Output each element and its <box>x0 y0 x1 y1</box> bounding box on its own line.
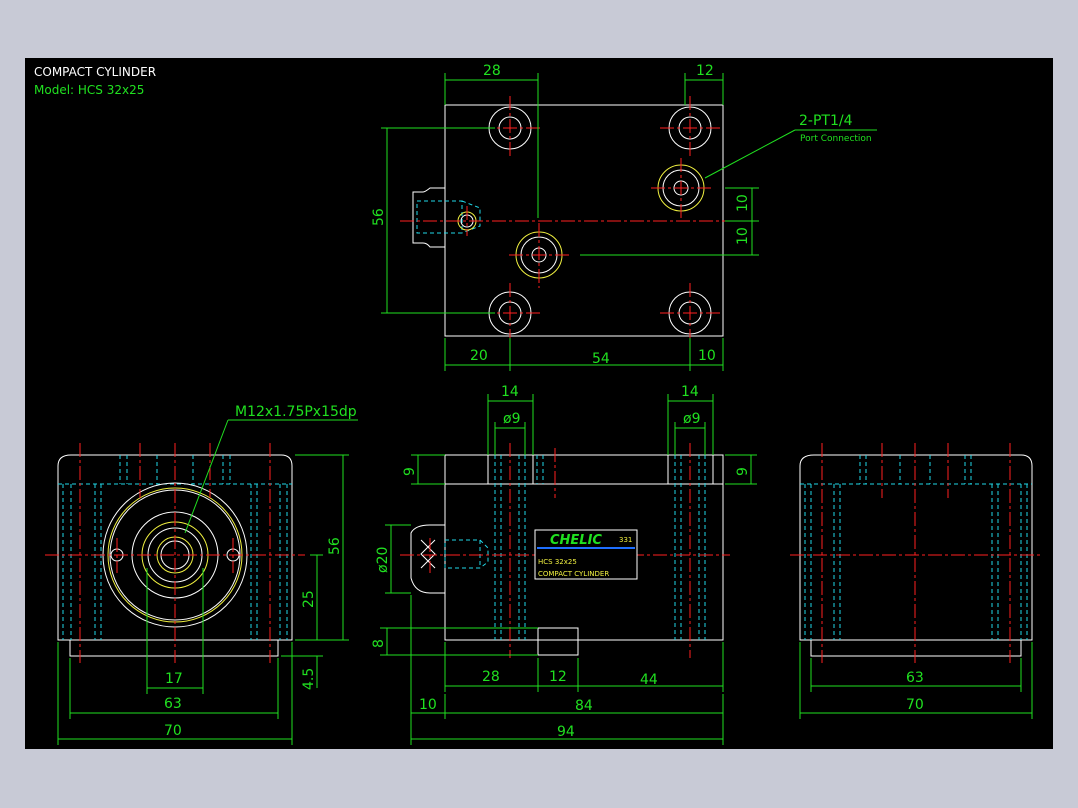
dim-rear-70: 70 <box>906 697 924 713</box>
dim-top-28: 28 <box>483 63 501 79</box>
dim-side-14b: 14 <box>681 384 699 400</box>
cad-drawing: COMPACT CYLINDER Model: HCS 32x25 28 12 … <box>34 63 1043 745</box>
dim-side-10: 10 <box>419 697 437 713</box>
drawing-canvas: COMPACT CYLINDER Model: HCS 32x25 28 12 … <box>25 58 1053 749</box>
dim-top-56: 56 <box>371 208 387 226</box>
top-view: 28 12 56 10 10 20 54 10 2-PT1/4 Port Con… <box>371 63 877 371</box>
rear-view: 63 70 <box>790 443 1043 719</box>
dim-side-d9a: ø9 <box>503 411 520 427</box>
nameplate-brand: CHELIC <box>550 533 602 548</box>
dim-rear-63: 63 <box>906 670 924 686</box>
dim-side-28: 28 <box>482 669 500 685</box>
dim-top-10c: 10 <box>698 348 716 364</box>
dim-side-84: 84 <box>575 698 593 714</box>
dim-side-9a: 9 <box>402 467 418 476</box>
dim-side-8: 8 <box>371 639 387 648</box>
dim-front-63: 63 <box>164 696 182 712</box>
dim-side-12: 12 <box>549 669 567 685</box>
drawing-title: COMPACT CYLINDER <box>34 65 156 79</box>
dim-side-94: 94 <box>557 724 575 740</box>
dim-front-70: 70 <box>164 723 182 739</box>
dim-side-d20: ø20 <box>375 547 391 573</box>
drawing-model: Model: HCS 32x25 <box>34 83 144 97</box>
dim-front-45: 4.5 <box>301 668 317 690</box>
side-view: CHELIC 331 HCS 32x25 COMPACT CYLINDER 14… <box>371 384 757 745</box>
nameplate-desc: COMPACT CYLINDER <box>538 570 609 578</box>
dim-top-10a: 10 <box>735 194 751 212</box>
dim-top-10b: 10 <box>735 227 751 245</box>
nameplate-code: 331 <box>619 536 632 544</box>
port-spec-label: 2-PT1/4 <box>799 113 853 129</box>
dim-top-12: 12 <box>696 63 714 79</box>
port-note-label: Port Connection <box>800 134 872 144</box>
thread-spec-label: M12x1.75Px15dp <box>235 404 357 420</box>
dim-front-25: 25 <box>301 590 317 608</box>
front-view: M12x1.75Px15dp 56 25 4.5 17 63 70 <box>45 404 358 745</box>
dim-side-d9b: ø9 <box>683 411 700 427</box>
dim-top-20: 20 <box>470 348 488 364</box>
nameplate-model: HCS 32x25 <box>538 558 577 566</box>
dim-side-14a: 14 <box>501 384 519 400</box>
dim-front-17: 17 <box>165 671 183 687</box>
dim-top-54: 54 <box>592 351 610 367</box>
dim-front-56: 56 <box>327 537 343 555</box>
dim-side-9b: 9 <box>735 467 751 476</box>
dim-side-44: 44 <box>640 672 658 688</box>
